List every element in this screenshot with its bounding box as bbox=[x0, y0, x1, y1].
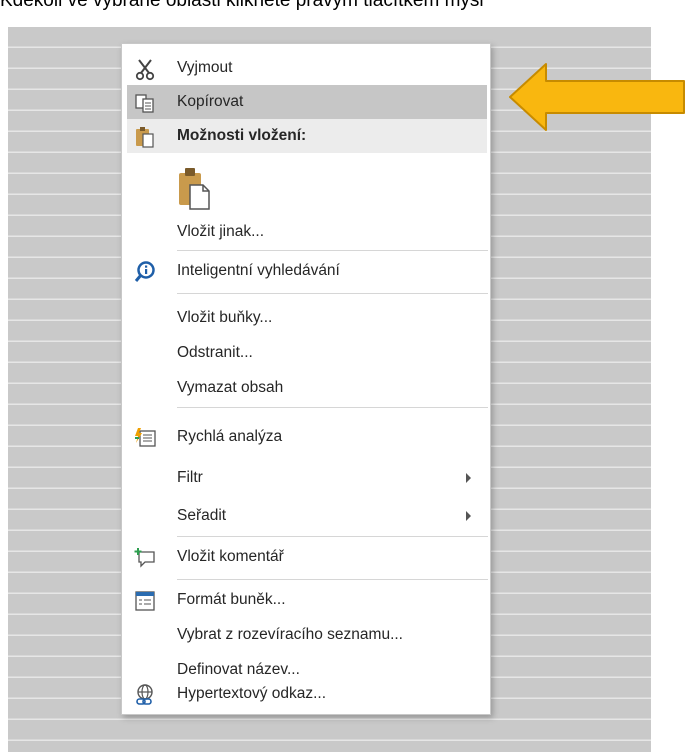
menu-item-hyperlink[interactable]: Hypertextový odkaz... bbox=[127, 677, 487, 711]
menu-item-clear-contents[interactable]: Vymazat obsah bbox=[127, 371, 487, 405]
context-menu: Vyjmout Kopírovat Možnosti vložení: Vlož… bbox=[121, 43, 491, 715]
menu-separator bbox=[177, 250, 488, 251]
menu-item-label: Vymazat obsah bbox=[177, 379, 284, 396]
menu-item-insert-cells[interactable]: Vložit buňky... bbox=[127, 301, 487, 335]
menu-item-label: Kopírovat bbox=[177, 93, 244, 110]
quick-analysis-icon bbox=[135, 428, 156, 447]
submenu-arrow-icon bbox=[466, 511, 471, 521]
menu-item-label: Seřadit bbox=[177, 507, 227, 524]
menu-item-sort[interactable]: Seřadit bbox=[127, 499, 487, 533]
menu-item-pick-from-list[interactable]: Vybrat z rozevíracího seznamu... bbox=[127, 618, 487, 652]
menu-item-filter[interactable]: Filtr bbox=[127, 461, 487, 495]
new-comment-icon bbox=[134, 548, 155, 568]
menu-item-label: Filtr bbox=[177, 469, 203, 486]
menu-separator bbox=[177, 293, 488, 294]
menu-separator bbox=[177, 407, 488, 408]
format-cells-icon bbox=[135, 591, 155, 611]
menu-item-label: Inteligentní vyhledávání bbox=[177, 262, 340, 279]
menu-item-label: Vložit buňky... bbox=[177, 309, 273, 326]
pointer-arrow-icon bbox=[509, 63, 685, 131]
menu-item-label: Hypertextový odkaz... bbox=[177, 685, 327, 702]
hyperlink-icon bbox=[136, 684, 153, 705]
menu-item-label: Formát buněk... bbox=[177, 591, 286, 608]
submenu-arrow-icon bbox=[466, 473, 471, 483]
instruction-caption: Kdekoli ve vybrané oblasti klikněte prav… bbox=[0, 0, 484, 11]
menu-item-label: Vybrat z rozevíracího seznamu... bbox=[177, 626, 403, 643]
menu-item-smart-lookup[interactable]: Inteligentní vyhledávání bbox=[127, 254, 487, 288]
menu-item-paste-special[interactable]: Vložit jinak... bbox=[127, 215, 487, 249]
scissors-icon bbox=[135, 59, 155, 81]
menu-item-label: Odstranit... bbox=[177, 344, 253, 361]
smart-lookup-icon bbox=[134, 261, 155, 282]
menu-item-label: Vyjmout bbox=[177, 59, 233, 76]
clipboard-icon bbox=[136, 127, 154, 148]
copy-icon bbox=[135, 94, 154, 113]
menu-item-quick-analysis[interactable]: Rychlá analýza bbox=[127, 420, 487, 454]
paste-options-header: Možnosti vložení: bbox=[127, 119, 487, 153]
menu-item-delete[interactable]: Odstranit... bbox=[127, 336, 487, 370]
menu-separator bbox=[177, 579, 488, 580]
menu-item-format-cells[interactable]: Formát buněk... bbox=[127, 583, 487, 617]
menu-item-label: Vložit jinak... bbox=[177, 223, 265, 240]
menu-item-copy[interactable]: Kopírovat bbox=[127, 85, 487, 119]
menu-separator bbox=[177, 536, 488, 537]
menu-item-cut[interactable]: Vyjmout bbox=[127, 51, 487, 85]
paste-clipboard-icon[interactable] bbox=[177, 167, 211, 211]
menu-item-insert-comment[interactable]: Vložit komentář bbox=[127, 540, 487, 574]
menu-item-label: Vložit komentář bbox=[177, 548, 284, 565]
paste-options-label: Možnosti vložení: bbox=[177, 127, 307, 144]
menu-item-label: Rychlá analýza bbox=[177, 428, 283, 445]
